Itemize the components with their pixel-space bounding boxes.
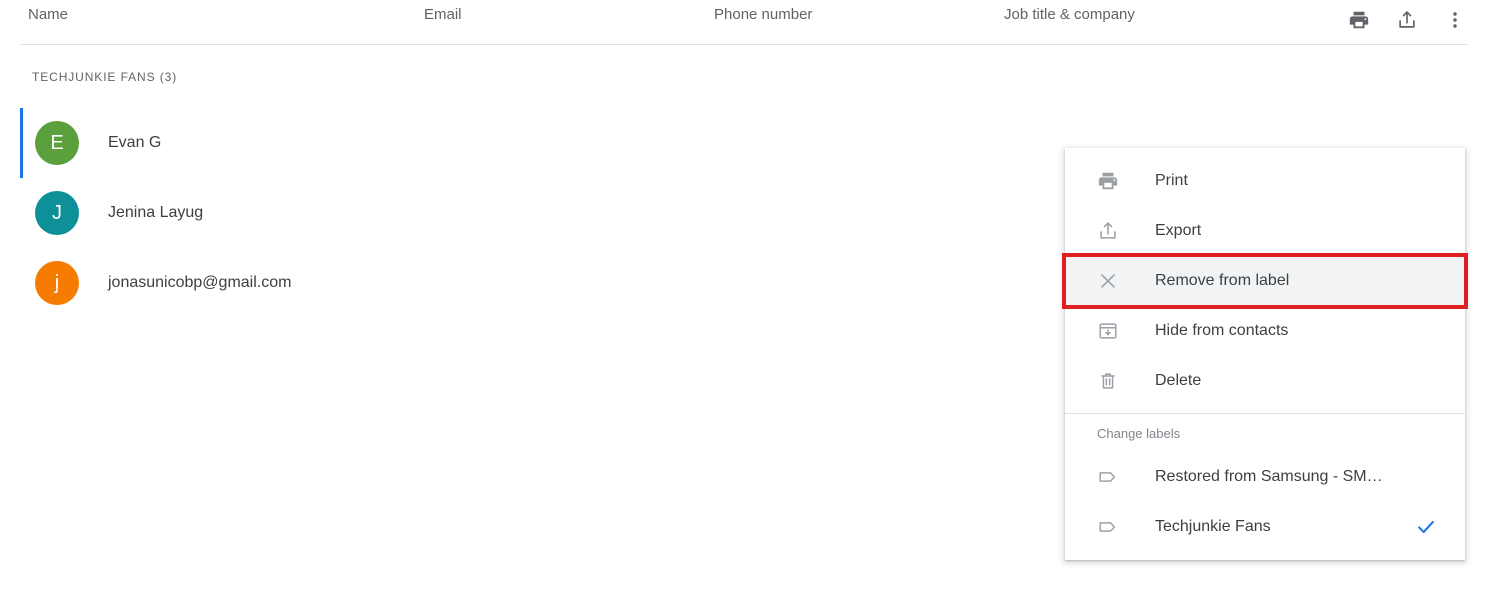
menu-item-export[interactable]: Export — [1065, 206, 1465, 256]
contact-name: Jenina Layug — [108, 204, 204, 221]
contact-row[interactable]: j jonasunicobp@gmail.com — [0, 248, 1060, 318]
column-header-email[interactable]: Email — [424, 5, 462, 25]
menu-item-label: Remove from label — [1155, 272, 1290, 289]
label-group-title: TECHJUNKIE FANS (3) — [32, 70, 178, 84]
export-icon — [1096, 219, 1120, 243]
archive-icon — [1096, 319, 1120, 343]
print-icon — [1096, 169, 1120, 193]
menu-section-title-change-labels: Change labels — [1097, 425, 1181, 441]
menu-item-label: Print — [1155, 172, 1188, 189]
header-divider — [20, 44, 1468, 45]
check-icon — [1415, 516, 1437, 538]
menu-item-print[interactable]: Print — [1065, 156, 1465, 206]
contact-name: Evan G — [108, 134, 162, 151]
close-icon — [1096, 269, 1120, 293]
print-button[interactable] — [1346, 9, 1372, 35]
menu-item-label: Hide from contacts — [1155, 322, 1289, 339]
avatar[interactable]: j — [35, 261, 79, 305]
more-options-button[interactable] — [1442, 9, 1468, 35]
print-icon — [1348, 9, 1370, 36]
menu-item-remove-from-label[interactable]: Remove from label — [1062, 253, 1468, 309]
contact-name: jonasunicobp@gmail.com — [108, 274, 292, 291]
context-menu: Print Export Remove from label Hide from co… — [1062, 148, 1468, 560]
header-action-bar — [1346, 0, 1468, 44]
label-icon — [1096, 465, 1120, 489]
contact-row[interactable]: E Evan G — [0, 108, 1060, 178]
avatar[interactable]: E — [35, 121, 79, 165]
menu-item-hide-from-contacts[interactable]: Hide from contacts — [1065, 306, 1465, 356]
label-icon — [1096, 515, 1120, 539]
contact-row[interactable]: J Jenina Layug — [0, 178, 1060, 248]
menu-item-label: Techjunkie Fans — [1155, 518, 1271, 535]
more-vert-icon — [1444, 9, 1466, 36]
menu-label-item-1[interactable]: Techjunkie Fans — [1065, 502, 1465, 552]
contacts-table-header: Name Email Phone number Job title & comp… — [0, 0, 1488, 45]
column-header-job-title-company[interactable]: Job title & company — [1004, 5, 1135, 25]
export-icon — [1396, 9, 1418, 36]
trash-icon — [1096, 369, 1120, 393]
column-header-phone[interactable]: Phone number — [714, 5, 812, 25]
menu-item-label: Restored from Samsung - SM… — [1155, 468, 1383, 485]
export-button[interactable] — [1394, 9, 1420, 35]
menu-item-label: Export — [1155, 222, 1202, 239]
avatar[interactable]: J — [35, 191, 79, 235]
contact-list: E Evan G J Jenina Layug j jonasunicobp@gmail.… — [0, 108, 1060, 318]
column-header-name[interactable]: Name — [28, 5, 68, 25]
menu-item-label: Delete — [1155, 372, 1202, 389]
menu-label-item-0[interactable]: Restored from Samsung - SM… — [1065, 452, 1465, 502]
menu-item-delete[interactable]: Delete — [1065, 356, 1465, 406]
